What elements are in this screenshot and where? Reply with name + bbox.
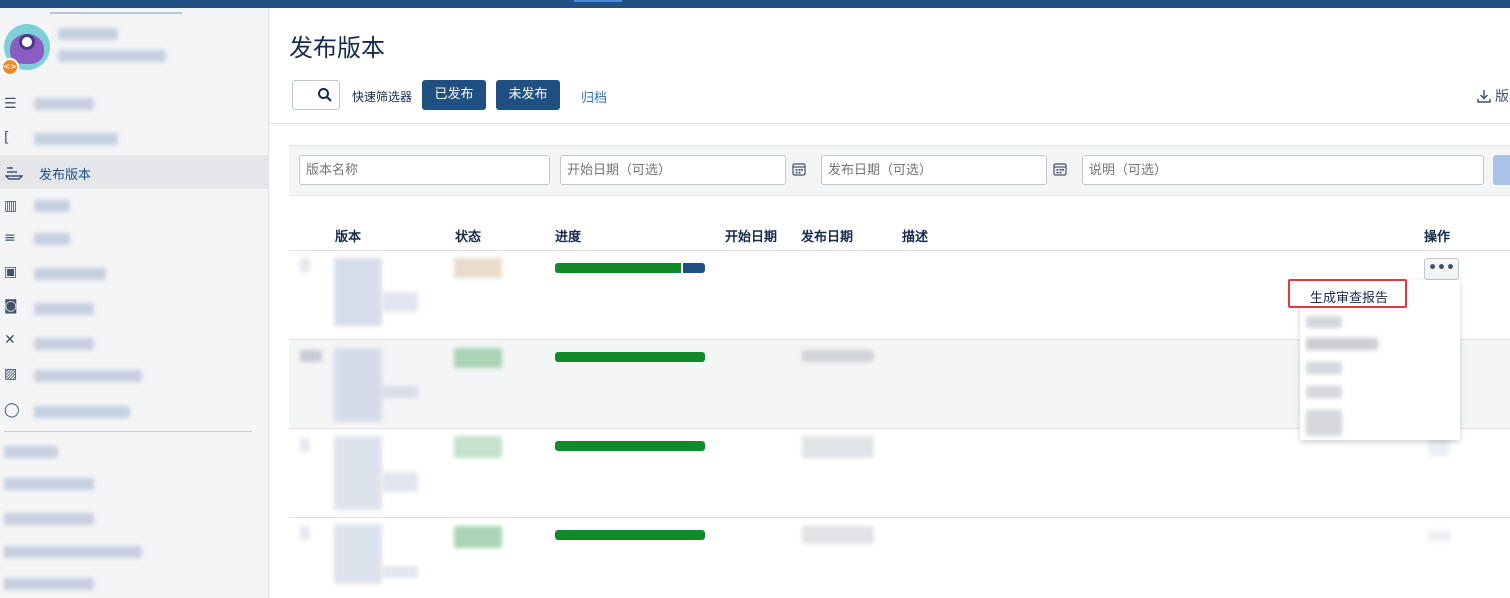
sidebar-item-redacted[interactable] bbox=[34, 268, 106, 280]
release-notes-button[interactable]: 版 bbox=[1476, 86, 1509, 106]
release-date-redacted bbox=[802, 350, 874, 362]
version-name-redacted[interactable] bbox=[334, 348, 382, 422]
backlog-icon: ☰ bbox=[4, 96, 17, 112]
add-version-button[interactable] bbox=[1493, 155, 1510, 185]
version-name-redacted bbox=[382, 386, 418, 398]
top-header-highlight bbox=[574, 0, 622, 2]
version-name-redacted[interactable] bbox=[334, 258, 382, 326]
quick-filter-label: 快速筛选器 bbox=[352, 90, 413, 104]
col-header-progress: 进度 bbox=[555, 230, 582, 245]
col-header-description: 描述 bbox=[902, 230, 929, 245]
version-name-input[interactable] bbox=[299, 155, 550, 185]
release-notes-label: 版 bbox=[1495, 89, 1509, 105]
status-badge-redacted bbox=[454, 526, 502, 548]
progress-bar bbox=[555, 352, 705, 362]
page-title: 发布版本 bbox=[289, 34, 385, 62]
tests-icon: ◙ bbox=[4, 298, 18, 314]
ship-icon bbox=[5, 167, 23, 180]
issues-icon: ≡ bbox=[4, 230, 16, 246]
sidebar-item-redacted[interactable] bbox=[34, 338, 94, 350]
description-input[interactable] bbox=[1082, 155, 1484, 185]
col-header-version: 版本 bbox=[335, 230, 362, 245]
drag-handle-redacted[interactable] bbox=[300, 350, 322, 362]
drag-handle-redacted[interactable] bbox=[300, 258, 310, 272]
image-icon: ▨ bbox=[4, 366, 18, 382]
col-header-release-date: 发布日期 bbox=[801, 230, 854, 245]
release-date-redacted bbox=[802, 526, 874, 544]
drag-handle-redacted[interactable] bbox=[300, 438, 310, 452]
sidebar-item-redacted[interactable] bbox=[34, 98, 94, 110]
start-date-input[interactable] bbox=[560, 155, 786, 185]
action-redacted bbox=[1428, 530, 1450, 542]
version-name-redacted bbox=[382, 472, 418, 492]
progress-bar bbox=[555, 263, 705, 273]
progress-fill bbox=[555, 352, 705, 362]
reports-icon: ▥ bbox=[4, 198, 18, 214]
progress-bar bbox=[555, 441, 705, 451]
col-header-status: 状态 bbox=[455, 230, 482, 245]
sidebar-item-redacted[interactable] bbox=[34, 233, 70, 245]
sidebar: <> ☰ [ 发布版本 ▥ ≡ ▣ ◙ ✕ ▨ ◯ bbox=[0, 8, 269, 598]
version-name-redacted bbox=[382, 566, 418, 578]
menu-item-redacted[interactable] bbox=[1306, 338, 1378, 350]
sidebar-link-redacted[interactable] bbox=[4, 578, 94, 590]
sidebar-item-redacted[interactable] bbox=[34, 200, 70, 212]
menu-item-redacted[interactable] bbox=[1306, 410, 1342, 436]
download-icon bbox=[1477, 90, 1491, 103]
menu-item-redacted[interactable] bbox=[1306, 362, 1342, 374]
search-icon bbox=[318, 88, 332, 102]
sidebar-link-redacted[interactable] bbox=[4, 513, 94, 525]
release-date-redacted bbox=[802, 436, 874, 458]
components-icon: ▣ bbox=[4, 264, 18, 280]
sidebar-item-redacted[interactable] bbox=[34, 406, 130, 418]
release-date-input[interactable] bbox=[821, 155, 1047, 185]
version-name-redacted[interactable] bbox=[334, 436, 382, 510]
circle-icon: ◯ bbox=[4, 402, 20, 418]
sidebar-item-redacted[interactable] bbox=[34, 303, 94, 315]
code-icon: ✕ bbox=[4, 332, 16, 348]
sidebar-section-redacted bbox=[4, 446, 58, 458]
sidebar-link-redacted[interactable] bbox=[4, 546, 142, 558]
unreleased-filter-button[interactable]: 未发布 bbox=[496, 80, 560, 110]
code-badge-icon: <> bbox=[1, 58, 19, 76]
more-actions-button[interactable]: ••• bbox=[1424, 258, 1459, 280]
status-badge-redacted bbox=[454, 258, 502, 278]
sidebar-divider bbox=[4, 431, 252, 432]
menu-item-redacted[interactable] bbox=[1306, 386, 1342, 398]
archived-filter-link[interactable]: 归档 bbox=[581, 87, 607, 106]
progress-bar bbox=[555, 530, 705, 540]
calendar-icon[interactable] bbox=[1053, 162, 1067, 176]
avatar-eye bbox=[19, 34, 35, 50]
progress-fill bbox=[555, 441, 705, 451]
progress-fill bbox=[555, 530, 705, 540]
col-header-start-date: 开始日期 bbox=[725, 230, 778, 245]
menu-item-redacted[interactable] bbox=[1306, 316, 1342, 328]
version-name-redacted bbox=[382, 292, 418, 312]
released-filter-button[interactable]: 已发布 bbox=[422, 80, 486, 110]
version-name-redacted[interactable] bbox=[334, 524, 382, 584]
sidebar-item-releases-label: 发布版本 bbox=[39, 168, 92, 183]
sidebar-top-line bbox=[50, 12, 182, 14]
sidebar-item-redacted[interactable] bbox=[34, 133, 118, 145]
project-type-redacted bbox=[58, 50, 166, 62]
calendar-icon[interactable] bbox=[792, 162, 806, 176]
sidebar-link-redacted[interactable] bbox=[4, 478, 94, 490]
header-divider bbox=[269, 123, 1510, 124]
sidebar-item-redacted[interactable] bbox=[34, 370, 142, 382]
top-header-bar bbox=[0, 0, 1510, 8]
status-badge-redacted bbox=[454, 348, 502, 368]
col-header-actions: 操作 bbox=[1424, 230, 1451, 245]
progress-fill bbox=[555, 263, 683, 273]
board-icon: [ bbox=[4, 130, 10, 146]
drag-handle-redacted[interactable] bbox=[300, 526, 310, 540]
generate-review-report-label: 生成审查报告 bbox=[1310, 291, 1389, 306]
project-name-redacted bbox=[58, 28, 118, 40]
generate-review-report-item[interactable]: 生成审查报告 bbox=[1288, 279, 1407, 308]
status-badge-redacted bbox=[454, 436, 502, 458]
search-input[interactable] bbox=[292, 80, 340, 110]
